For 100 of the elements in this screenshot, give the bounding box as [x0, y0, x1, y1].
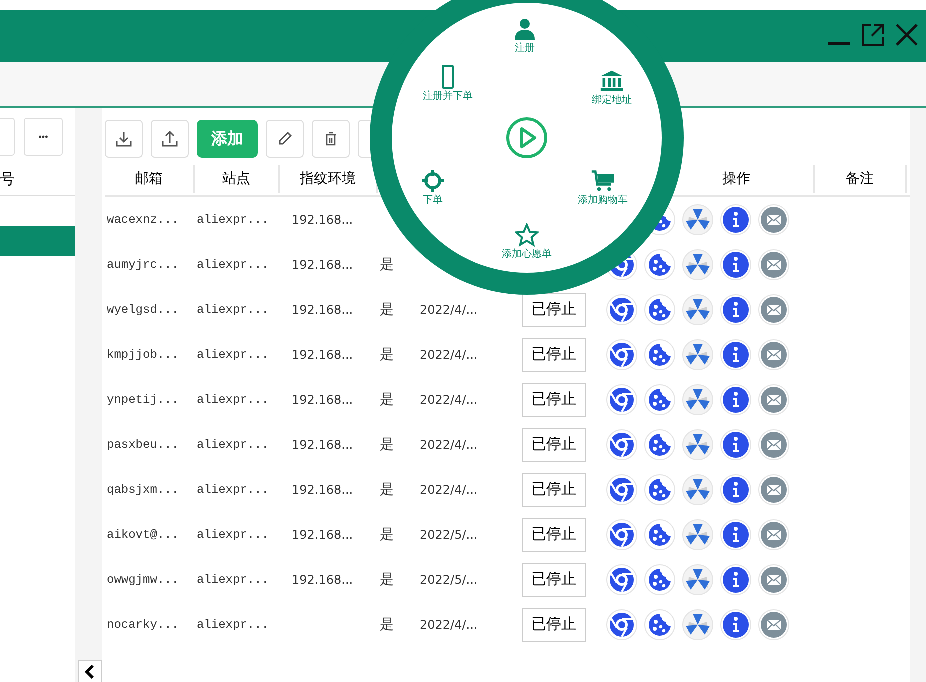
- info-icon[interactable]: [720, 384, 752, 416]
- info-icon[interactable]: [720, 338, 752, 370]
- browser-icon[interactable]: [606, 474, 638, 506]
- cookie-icon[interactable]: [644, 248, 676, 280]
- cookie-icon[interactable]: [644, 474, 676, 506]
- upload-button[interactable]: [151, 120, 189, 158]
- mail-icon[interactable]: [758, 248, 790, 280]
- table-cell: aliexpr...: [197, 528, 270, 542]
- menu-label[interactable]: 添加心愿单: [502, 249, 552, 260]
- mail-icon[interactable]: [758, 384, 790, 416]
- play-icon[interactable]: [505, 116, 549, 160]
- table-cell: aliexpr...: [197, 302, 270, 316]
- radiation-icon[interactable]: [682, 474, 714, 506]
- delete-button[interactable]: [312, 120, 350, 158]
- mail-icon[interactable]: [758, 608, 790, 640]
- info-icon[interactable]: [720, 518, 752, 550]
- radiation-icon[interactable]: [682, 248, 714, 280]
- table-cell: 2022/4/...: [420, 482, 478, 496]
- table-cell: aliexpr...: [197, 348, 270, 362]
- table-cell: 是: [380, 480, 394, 498]
- close-icon[interactable]: [894, 22, 920, 48]
- bank-icon[interactable]: [600, 69, 624, 93]
- mail-icon[interactable]: [758, 294, 790, 326]
- table-cell: kmpjjob...: [107, 348, 180, 362]
- edit-button[interactable]: [266, 120, 304, 158]
- table-cell: owwgjmw...: [107, 572, 180, 586]
- radiation-icon[interactable]: [682, 384, 714, 416]
- browser-icon[interactable]: [606, 384, 638, 416]
- cookie-icon[interactable]: [644, 608, 676, 640]
- radiation-icon[interactable]: [682, 204, 714, 236]
- status-button[interactable]: 已停止: [522, 608, 586, 642]
- table-cell: 2022/4/...: [420, 348, 478, 362]
- status-button[interactable]: 已停止: [522, 338, 586, 372]
- table-cell: wacexnz...: [107, 212, 180, 226]
- radiation-icon[interactable]: [682, 518, 714, 550]
- mail-icon[interactable]: [758, 564, 790, 596]
- star-icon[interactable]: [515, 223, 539, 247]
- collapse-button[interactable]: [78, 660, 102, 682]
- table-cell: qabsjxm...: [107, 482, 180, 496]
- cookie-icon[interactable]: [644, 518, 676, 550]
- cookie-icon[interactable]: [644, 428, 676, 460]
- status-button[interactable]: 已停止: [522, 518, 586, 552]
- browser-icon[interactable]: [606, 294, 638, 326]
- table-cell: 是: [380, 526, 394, 544]
- table-cell: nocarky...: [107, 618, 180, 632]
- browser-icon[interactable]: [606, 608, 638, 640]
- info-icon[interactable]: [720, 204, 752, 236]
- status-button[interactable]: 已停止: [522, 562, 586, 596]
- status-button[interactable]: 已停止: [522, 382, 586, 416]
- more-button[interactable]: •••: [24, 118, 63, 156]
- popout-icon[interactable]: [860, 22, 886, 48]
- menu-label[interactable]: 下单: [423, 195, 443, 206]
- mail-icon[interactable]: [758, 428, 790, 460]
- column-heading: 号: [0, 169, 16, 189]
- cookie-icon[interactable]: [644, 338, 676, 370]
- menu-label[interactable]: 注册: [515, 43, 535, 54]
- crosshair-icon[interactable]: [421, 169, 445, 193]
- table-cell: 是: [380, 436, 394, 454]
- menu-label[interactable]: 添加购物车: [578, 195, 628, 206]
- sidebar-field[interactable]: [0, 118, 15, 156]
- mail-icon[interactable]: [758, 338, 790, 370]
- download-button[interactable]: [105, 120, 143, 158]
- info-icon[interactable]: [720, 248, 752, 280]
- cart-icon[interactable]: [591, 169, 615, 193]
- menu-label[interactable]: 注册并下单: [423, 91, 473, 102]
- table-cell: aliexpr...: [197, 618, 270, 632]
- radiation-icon[interactable]: [682, 294, 714, 326]
- browser-icon[interactable]: [606, 564, 638, 596]
- cookie-icon[interactable]: [644, 564, 676, 596]
- table-cell: aliexpr...: [197, 438, 270, 452]
- mail-icon[interactable]: [758, 518, 790, 550]
- mail-icon[interactable]: [758, 474, 790, 506]
- table-cell: 192.168...: [292, 528, 354, 542]
- radiation-icon[interactable]: [682, 338, 714, 370]
- info-icon[interactable]: [720, 428, 752, 460]
- table-cell: pasxbeu...: [107, 438, 180, 452]
- info-icon[interactable]: [720, 564, 752, 596]
- mail-icon[interactable]: [758, 204, 790, 236]
- user-icon[interactable]: [513, 17, 537, 41]
- info-icon[interactable]: [720, 294, 752, 326]
- info-icon[interactable]: [720, 608, 752, 640]
- table-cell: 是: [380, 300, 394, 318]
- table-cell: 192.168...: [292, 482, 354, 496]
- info-icon[interactable]: [720, 474, 752, 506]
- table-cell: 2022/4/...: [420, 392, 478, 406]
- radiation-icon[interactable]: [682, 428, 714, 460]
- browser-icon[interactable]: [606, 428, 638, 460]
- cookie-icon[interactable]: [644, 294, 676, 326]
- status-button[interactable]: 已停止: [522, 472, 586, 506]
- radiation-icon[interactable]: [682, 564, 714, 596]
- browser-icon[interactable]: [606, 518, 638, 550]
- table-cell: aikovt@...: [107, 528, 180, 542]
- status-button[interactable]: 已停止: [522, 428, 586, 462]
- radiation-icon[interactable]: [682, 608, 714, 640]
- cookie-icon[interactable]: [644, 384, 676, 416]
- table-cell: 2022/5/...: [420, 528, 478, 542]
- browser-icon[interactable]: [606, 338, 638, 370]
- menu-label[interactable]: 绑定地址: [592, 95, 632, 106]
- table-cell: 是: [380, 570, 394, 588]
- status-button[interactable]: 已停止: [522, 292, 586, 326]
